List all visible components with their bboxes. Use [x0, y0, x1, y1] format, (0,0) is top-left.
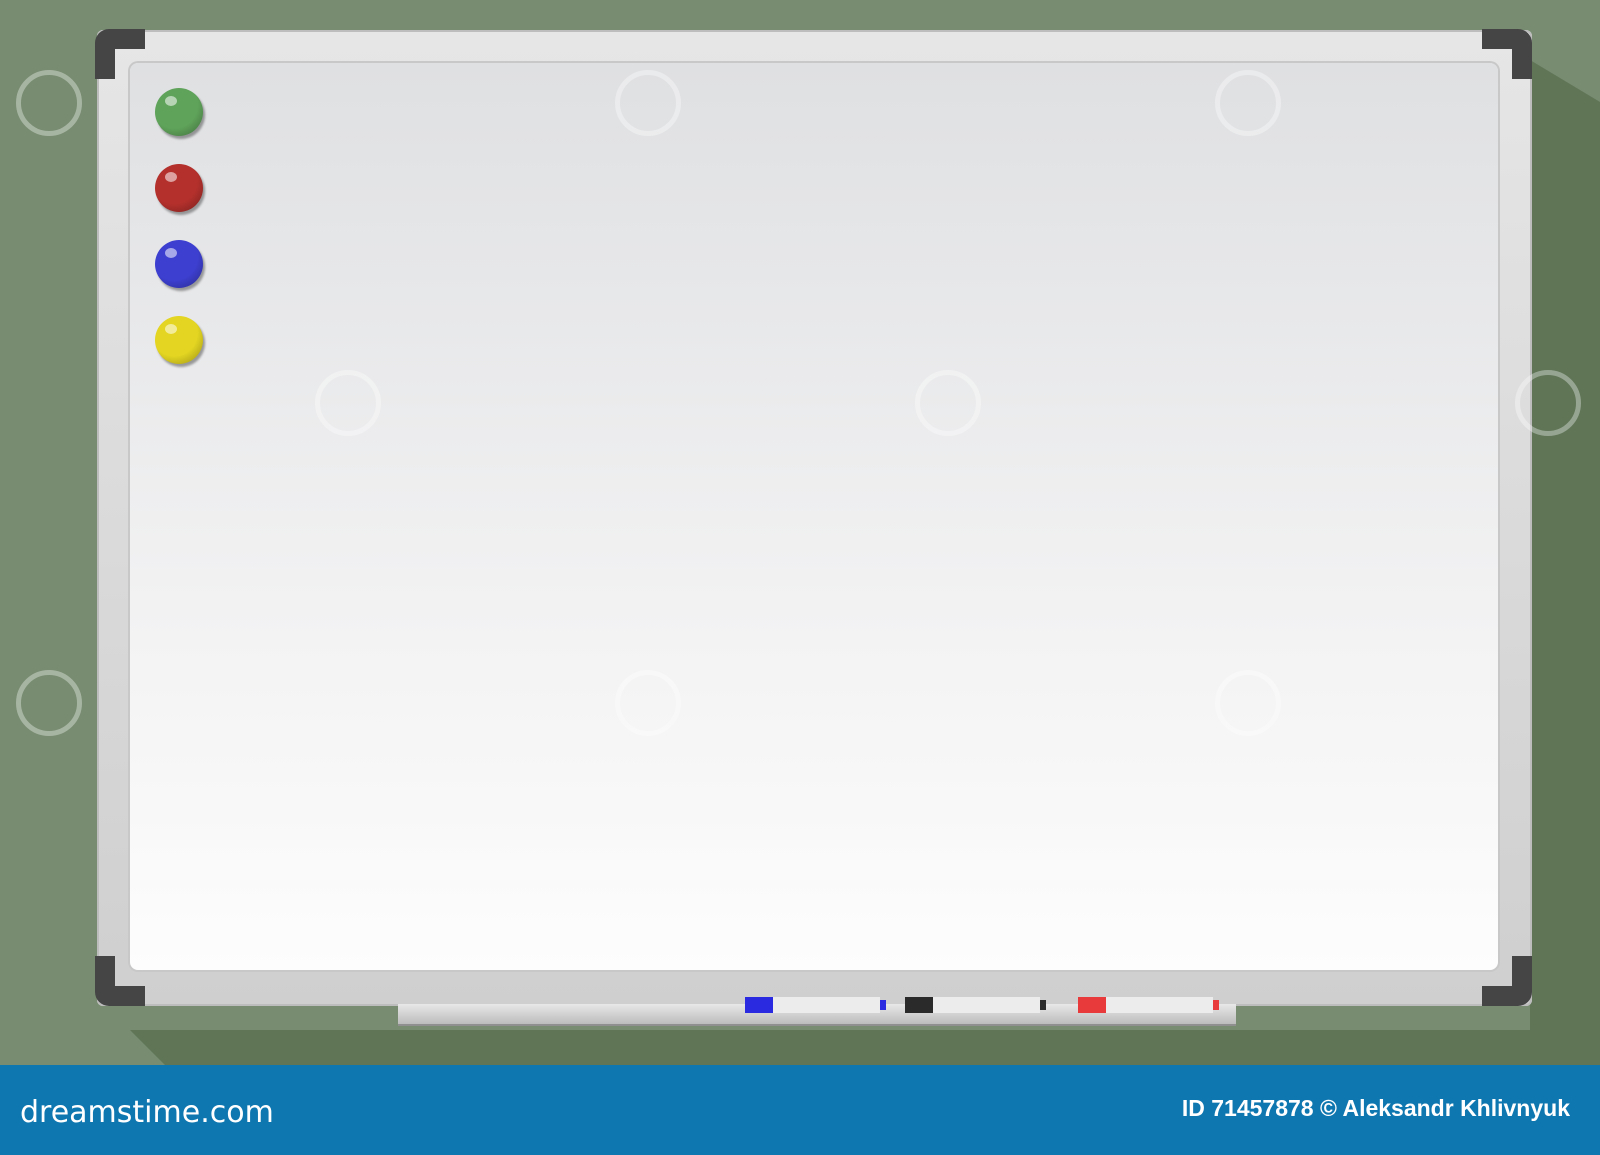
marker-red[interactable]	[1078, 997, 1219, 1013]
marker-tip	[880, 1000, 886, 1010]
watermark-icon	[1515, 370, 1581, 436]
magnet-blue[interactable]	[155, 240, 203, 288]
whiteboard-surface[interactable]	[130, 63, 1498, 970]
marker-tip	[1040, 1000, 1046, 1010]
site-logo[interactable]: dreamstime.com	[20, 1095, 274, 1130]
watermark-icon	[915, 370, 981, 436]
marker-cap	[745, 997, 773, 1013]
image-credit: ID 71457878 © Aleksandr Khlivnyuk	[1181, 1095, 1570, 1121]
watermark-icon	[315, 370, 381, 436]
magnet-yellow[interactable]	[155, 316, 203, 364]
watermark-icon	[615, 670, 681, 736]
footer-bar: dreamstime.com ID 71457878 © Aleksandr K…	[0, 1065, 1600, 1155]
marker-tip	[1213, 1000, 1219, 1010]
marker-cap	[1078, 997, 1106, 1013]
watermark-icon	[1215, 670, 1281, 736]
marker-blue[interactable]	[745, 997, 886, 1013]
watermark-icon	[16, 670, 82, 736]
magnet-green[interactable]	[155, 88, 203, 136]
marker-cap	[905, 997, 933, 1013]
watermark-icon	[615, 70, 681, 136]
magnet-red[interactable]	[155, 164, 203, 212]
watermark-icon	[16, 70, 82, 136]
watermark-icon	[1215, 70, 1281, 136]
marker-black[interactable]	[905, 997, 1046, 1013]
